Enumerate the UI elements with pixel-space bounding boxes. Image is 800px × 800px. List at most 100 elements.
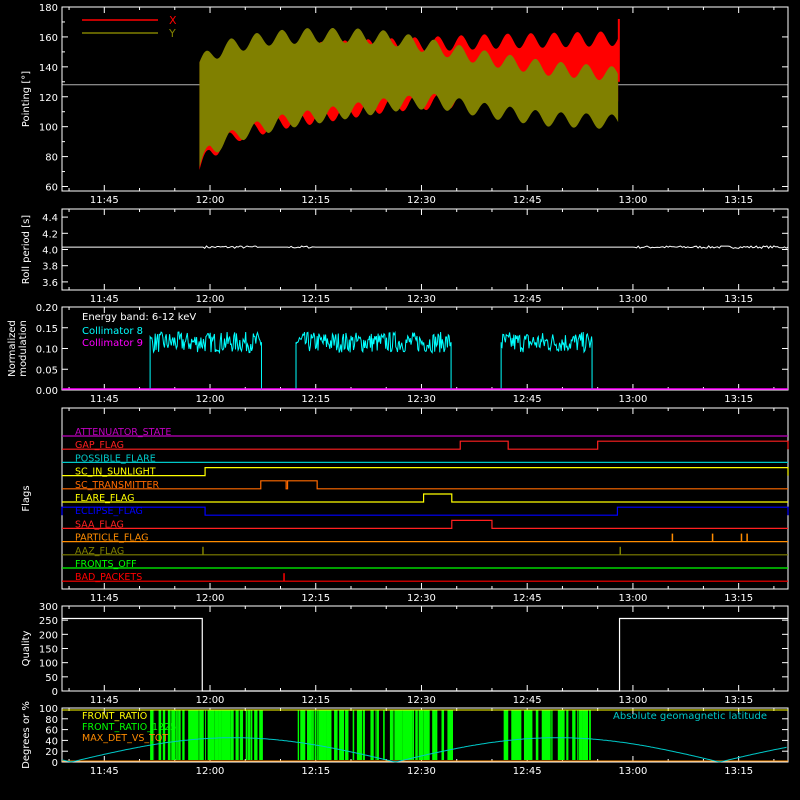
y-tick-label: 20	[45, 747, 58, 758]
y-tick-label: 3.8	[42, 262, 58, 273]
y-tick-label: 250	[39, 616, 58, 627]
front-ratio-1225-bar	[577, 710, 579, 760]
y-tick-label: 60	[45, 726, 58, 737]
y-tick-label: 4.2	[42, 229, 58, 240]
legend-label: FRONT_RATIO_1225	[82, 722, 176, 733]
front-ratio-1225-bar	[312, 710, 314, 760]
legend-right-label: Absolute geomagnetic latitude	[613, 711, 767, 722]
collimator-8-segment	[500, 331, 593, 390]
y-axis-label: Degrees or %	[21, 701, 32, 769]
y-axis-label: Pointing [°]	[21, 71, 32, 127]
front-ratio-1225-bar	[230, 710, 234, 760]
front-ratio-1225-bar	[336, 710, 338, 760]
front-ratio-1225-bar	[375, 710, 377, 760]
time-tick-label: 12:30	[407, 294, 436, 305]
front-ratio-1225-bar	[416, 710, 418, 760]
time-tick-label: 12:15	[301, 593, 330, 604]
y-axis-label: modulation	[18, 320, 29, 377]
time-tick-label: 12:30	[407, 394, 436, 405]
front-ratio-1225-bar	[340, 710, 345, 760]
y-tick-label: 0.20	[36, 303, 58, 314]
quality-line	[62, 617, 788, 692]
time-tick-label: 12:00	[196, 195, 225, 206]
time-tick-label: 12:00	[196, 766, 225, 777]
front-ratio-1225-bar	[389, 710, 393, 760]
time-tick-label: 12:00	[196, 593, 225, 604]
front-ratio-1225-bar	[418, 710, 420, 760]
front-ratio-1225-bar	[311, 710, 312, 760]
front-ratio-1225-bar	[507, 710, 509, 760]
y-axis-label: Roll period [s]	[21, 215, 32, 284]
front-ratio-1225-bar	[223, 710, 226, 760]
y-tick-label: 0.00	[36, 386, 58, 397]
y-tick-label: 4.4	[42, 213, 58, 224]
time-tick-label: 13:15	[724, 294, 753, 305]
front-ratio-1225-bar	[248, 710, 251, 760]
time-tick-label: 13:15	[724, 766, 753, 777]
y-tick-label: 0.05	[36, 365, 58, 376]
time-tick-label: 13:15	[724, 695, 753, 706]
time-tick-label: 13:00	[619, 695, 648, 706]
flag-trace	[62, 493, 788, 503]
time-tick-label: 12:30	[407, 195, 436, 206]
y-tick-label: 4.0	[42, 246, 58, 257]
front-ratio-1225-bar	[190, 710, 192, 760]
time-tick-label: 11:45	[90, 394, 119, 405]
legend-label: Collimator 9	[82, 338, 143, 349]
front-ratio-1225-bar	[585, 710, 588, 760]
front-ratio-1225-bar	[535, 710, 539, 760]
front-ratio-1225-bar	[297, 710, 300, 760]
legend-label: Collimator 8	[82, 326, 143, 337]
time-tick-label: 11:45	[90, 593, 119, 604]
time-tick-label: 12:00	[196, 394, 225, 405]
time-tick-label: 12:45	[513, 766, 542, 777]
front-ratio-1225-bar	[409, 710, 413, 760]
front-ratio-1225-bar	[314, 710, 317, 760]
front-ratio-1225-bar	[178, 710, 181, 760]
time-tick-label: 13:15	[724, 593, 753, 604]
front-ratio-1225-bar	[228, 710, 230, 760]
front-ratio-1225-bar	[245, 710, 248, 760]
time-tick-label: 11:45	[90, 195, 119, 206]
roll-period-line	[61, 245, 789, 249]
panel-frame-2	[61, 208, 789, 291]
front-ratio-1225-bar	[301, 710, 306, 760]
front-ratio-1225-bar	[518, 710, 519, 760]
time-tick-label: 12:15	[301, 695, 330, 706]
front-ratio-1225-bar	[237, 710, 239, 760]
time-tick-label: 12:15	[301, 294, 330, 305]
front-ratio-1225-bar	[260, 710, 263, 760]
front-ratio-1225-bar	[589, 710, 591, 760]
front-ratio-1225-bar	[361, 710, 363, 760]
front-ratio-1225-bar	[211, 710, 215, 760]
flag-trace	[62, 480, 788, 490]
flag-trace	[62, 519, 788, 529]
front-ratio-1225-bar	[238, 710, 239, 760]
time-tick-label: 12:45	[513, 195, 542, 206]
front-ratio-1225-bar	[393, 710, 394, 760]
time-tick-label: 13:00	[619, 394, 648, 405]
front-ratio-1225-bar	[426, 710, 430, 760]
front-ratio-1225-bar	[324, 710, 327, 760]
front-ratio-1225-bar	[383, 710, 385, 760]
front-ratio-1225-bar	[216, 710, 219, 760]
front-ratio-1225-bar	[178, 710, 179, 760]
front-ratio-1225-bar	[441, 710, 445, 760]
y-tick-label: 0.10	[36, 345, 58, 356]
front-ratio-1225-bar	[167, 710, 171, 760]
collimator-8-segment	[295, 330, 452, 390]
front-ratio-1225-bar	[325, 710, 327, 760]
time-tick-label: 13:15	[724, 195, 753, 206]
collimator-8-segment	[149, 331, 262, 390]
front-ratio-1225-bar	[241, 710, 243, 760]
time-tick-label: 12:30	[407, 593, 436, 604]
y-tick-label: 200	[39, 630, 58, 641]
front-ratio-1225-bar	[515, 710, 517, 760]
time-tick-label: 12:15	[301, 766, 330, 777]
y-tick-label: 60	[45, 183, 58, 194]
time-tick-label: 13:00	[619, 195, 648, 206]
legend-label: FRONT_RATIO	[82, 711, 147, 722]
front-ratio-1225-bar	[318, 710, 319, 760]
front-ratio-1225-bar	[566, 710, 569, 760]
y-tick-label: 80	[45, 715, 58, 726]
